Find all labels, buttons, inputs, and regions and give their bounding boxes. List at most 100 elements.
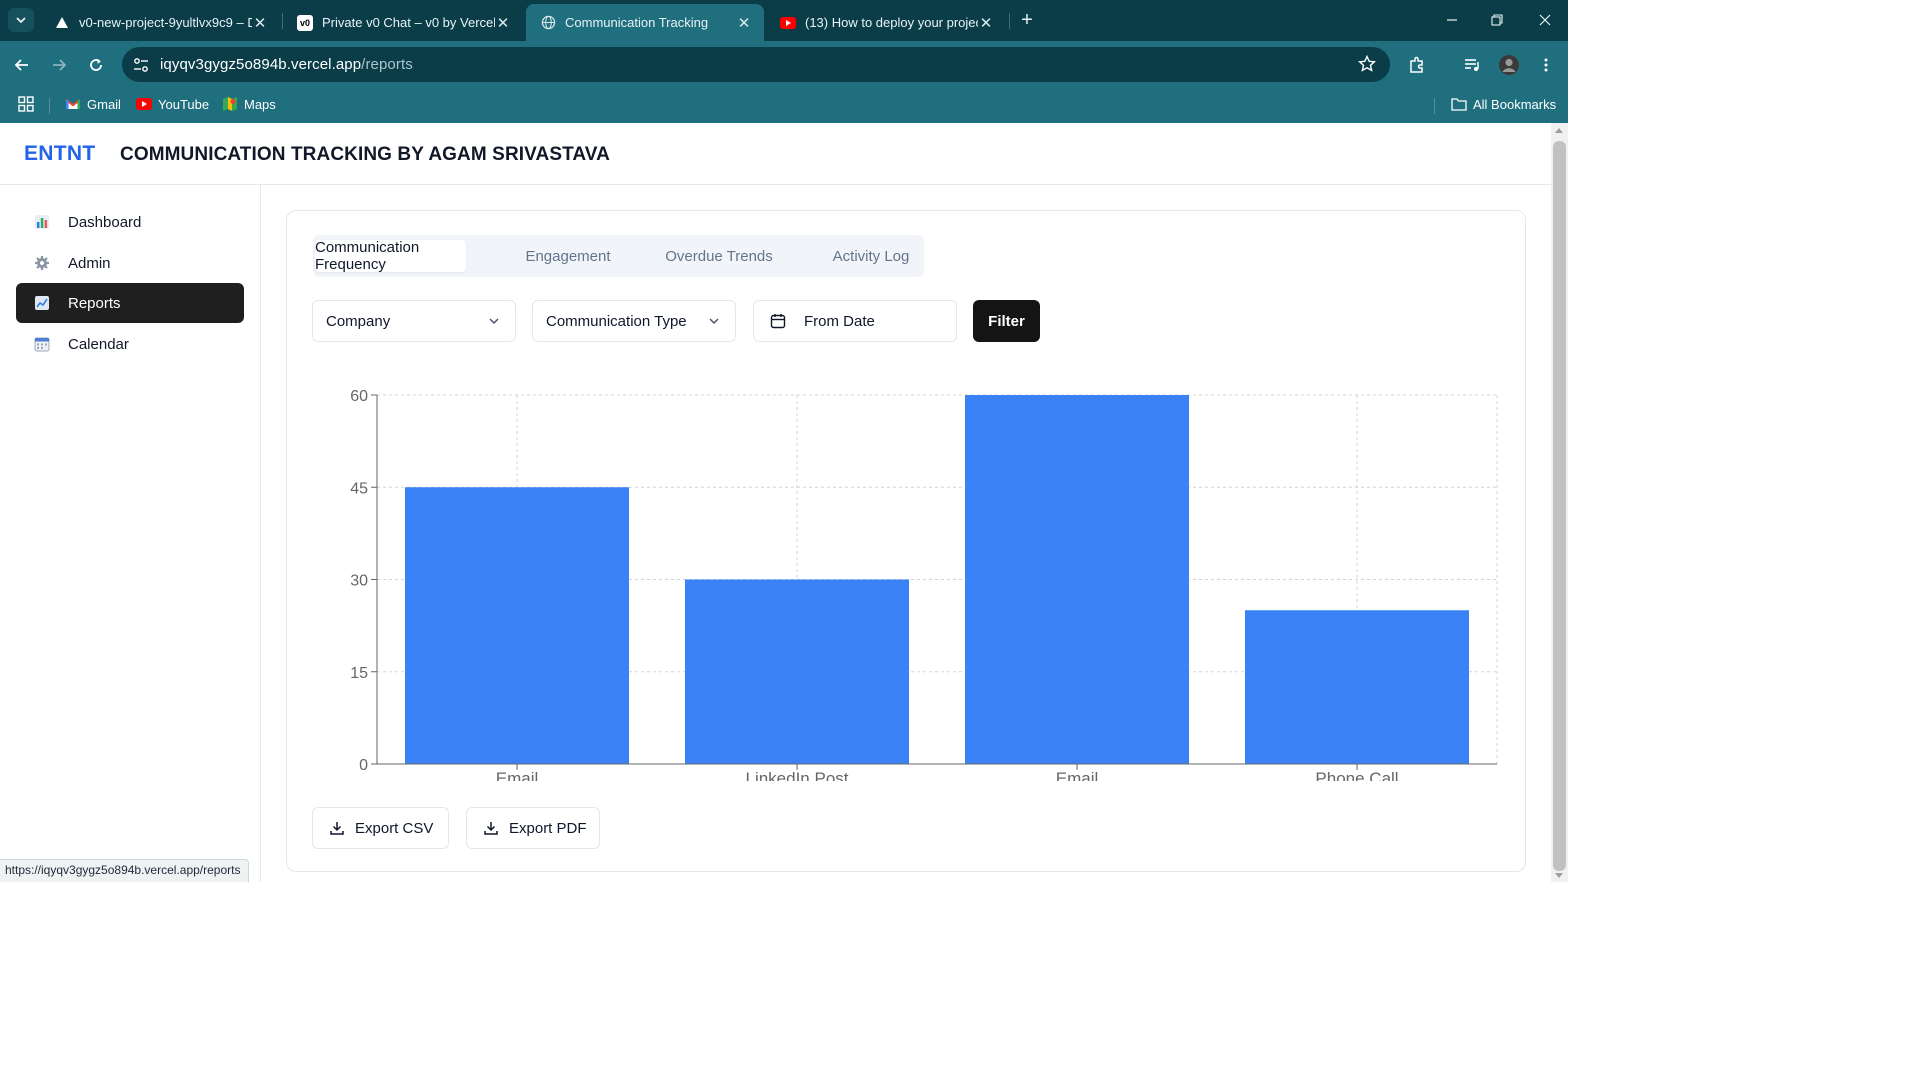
sidebar-item-dashboard[interactable]: Dashboard (16, 202, 244, 242)
browser-menu-button[interactable] (1534, 53, 1558, 77)
minimize-button[interactable] (1437, 8, 1467, 32)
chevron-down-icon (709, 318, 719, 325)
browser-tab-active[interactable]: Communication Tracking ✕ (526, 4, 764, 41)
tab-search-button[interactable] (8, 8, 34, 32)
youtube-icon (136, 98, 152, 110)
tab-title: Communication Tracking (565, 15, 709, 30)
brand-logo[interactable]: ENTNT (24, 142, 96, 166)
extensions-button[interactable] (1405, 53, 1429, 77)
scroll-down-icon[interactable] (1555, 873, 1563, 878)
company-select[interactable]: Company (312, 300, 516, 342)
restore-button[interactable] (1482, 8, 1512, 32)
bar (1245, 610, 1469, 764)
url-text[interactable]: iqyqv3gygz5o894b.vercel.app/reports (160, 56, 413, 73)
bookmarks-divider (49, 98, 50, 114)
company-select-value: Company (326, 312, 391, 330)
bookmark-label: Maps (244, 96, 276, 112)
bookmark-star-icon[interactable] (1358, 55, 1376, 73)
bookmarks-bar: Gmail YouTube Maps All Bookmarks (0, 88, 1568, 123)
media-playlist-icon (1465, 59, 1479, 71)
close-icon[interactable]: ✕ (978, 14, 994, 32)
sidebar-item-label: Admin (68, 254, 111, 272)
close-icon[interactable]: ✕ (252, 14, 268, 32)
bookmarks-divider (1434, 98, 1435, 114)
close-icon[interactable]: ✕ (736, 14, 752, 32)
reload-button[interactable] (84, 53, 108, 77)
browser-toolbar: iqyqv3gygz5o894b.vercel.app/reports (0, 41, 1568, 88)
v0-logo-icon: v0 (297, 14, 313, 31)
close-window-button[interactable] (1530, 8, 1560, 32)
avatar (1499, 55, 1519, 75)
restore-icon (1491, 14, 1503, 26)
sidebar-item-calendar[interactable]: Calendar (16, 324, 244, 364)
browser-tab[interactable]: (13) How to deploy your projec ✕ (766, 4, 1006, 41)
sidebar-item-label: Dashboard (68, 213, 142, 231)
profile-avatar-button[interactable] (1497, 53, 1521, 77)
bookmark-gmail[interactable]: Gmail (65, 96, 121, 112)
gmail-icon (65, 99, 81, 109)
y-tick-label: 60 (350, 388, 368, 405)
scroll-up-icon[interactable] (1555, 128, 1563, 133)
x-tick-label: Phone Call (1315, 769, 1398, 781)
sidebar: Dashboard Admin Reports Calendar (0, 185, 261, 882)
all-bookmarks-button[interactable]: All Bookmarks (1451, 96, 1556, 112)
y-tick-label: 45 (350, 480, 368, 497)
filter-button[interactable]: Filter (973, 300, 1040, 342)
download-icon (330, 822, 344, 835)
download-icon (484, 822, 498, 835)
x-tick-label: LinkedIn Post (745, 769, 848, 781)
site-settings-icon[interactable] (132, 56, 150, 74)
status-url-bubble: https://iqyqv3gygz5o894b.vercel.app/repo… (0, 859, 250, 882)
y-tick-label: 15 (350, 665, 368, 682)
bar (405, 487, 629, 764)
browser-tab[interactable]: v0-new-project-9yultlvx9c9 – D ✕ (40, 4, 280, 41)
reload-icon (90, 58, 102, 71)
page-scrollbar[interactable] (1551, 123, 1568, 882)
export-pdf-label: Export PDF (509, 819, 587, 837)
export-csv-button[interactable]: Export CSV (312, 807, 449, 849)
apps-grid-icon (18, 96, 34, 112)
browser-tab[interactable]: v0 Private v0 Chat – v0 by Vercel ✕ (283, 4, 523, 41)
scrollbar-thumb[interactable] (1553, 141, 1566, 871)
apps-button[interactable] (18, 96, 34, 112)
tab-communication-frequency[interactable]: Communication Frequency (315, 239, 466, 273)
tab-overdue-trends[interactable]: Overdue Trends (643, 240, 795, 272)
tab-title: (13) How to deploy your projec (805, 15, 978, 30)
address-bar[interactable]: iqyqv3gygz5o894b.vercel.app/reports (122, 47, 1390, 82)
y-tick-label: 0 (359, 757, 368, 774)
forward-button[interactable] (47, 53, 71, 77)
bar (965, 395, 1189, 764)
bookmark-maps[interactable]: Maps (222, 96, 276, 112)
tab-title: v0-new-project-9yultlvx9c9 – D (79, 15, 252, 30)
from-date-picker[interactable]: From Date (753, 300, 957, 342)
tab-engagement[interactable]: Engagement (500, 240, 636, 272)
bookmark-label: YouTube (158, 96, 210, 112)
tab-title: Private v0 Chat – v0 by Vercel (322, 15, 495, 30)
minimize-icon (1447, 19, 1457, 21)
tab-divider (1009, 13, 1010, 29)
close-icon[interactable]: ✕ (495, 14, 511, 32)
maps-icon (223, 97, 237, 111)
vercel-triangle-icon (54, 15, 70, 31)
all-bookmarks-label: All Bookmarks (1473, 96, 1557, 112)
report-tabs: Communication Frequency Engagement Overd… (313, 235, 924, 277)
main-content: Communication Frequency Engagement Overd… (262, 185, 1551, 882)
browser-tab-strip: v0-new-project-9yultlvx9c9 – D ✕ v0 Priv… (0, 0, 1568, 41)
new-tab-button[interactable]: + (1016, 9, 1038, 31)
communication-type-value: Communication Type (546, 312, 687, 330)
tab-activity-log[interactable]: Activity Log (796, 240, 946, 272)
export-pdf-button[interactable]: Export PDF (466, 807, 600, 849)
puzzle-icon (1410, 56, 1423, 73)
bar-chart-icon (35, 215, 49, 229)
from-date-label: From Date (804, 312, 875, 330)
back-button[interactable] (10, 53, 34, 77)
x-tick-label: Email (496, 769, 539, 781)
sidebar-item-reports[interactable]: Reports (16, 283, 244, 323)
communication-type-select[interactable]: Communication Type (532, 300, 736, 342)
media-control-button[interactable] (1460, 53, 1484, 77)
folder-icon (1451, 98, 1467, 111)
sidebar-item-label: Calendar (68, 335, 129, 353)
bookmark-youtube[interactable]: YouTube (136, 96, 209, 112)
sidebar-item-admin[interactable]: Admin (16, 243, 244, 283)
page-title: COMMUNICATION TRACKING BY AGAM SRIVASTAV… (120, 144, 610, 165)
